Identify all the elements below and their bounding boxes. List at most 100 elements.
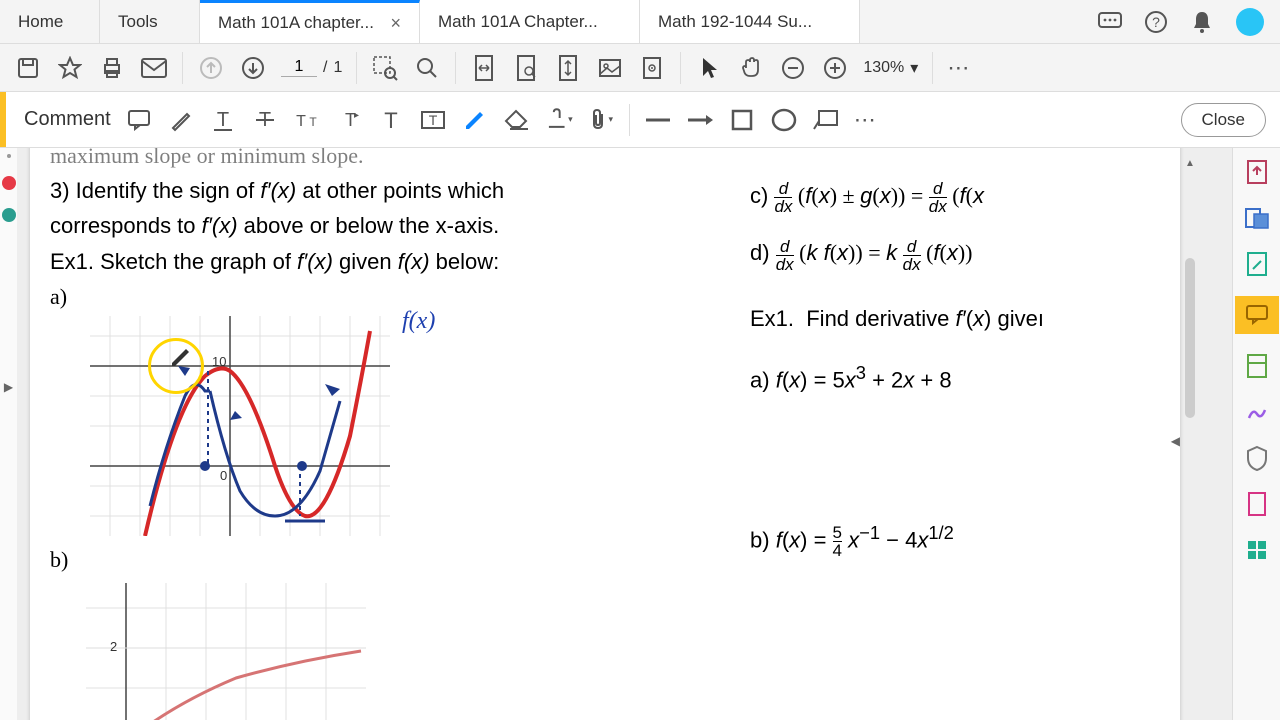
scroll-thumb[interactable] bbox=[1185, 258, 1195, 418]
organize-icon[interactable] bbox=[1243, 352, 1271, 380]
separator bbox=[932, 52, 933, 84]
print-icon[interactable] bbox=[98, 54, 126, 82]
annotation-fx: f(x) bbox=[402, 308, 435, 335]
export-pdf-icon[interactable] bbox=[1243, 204, 1271, 232]
edit-pdf-icon[interactable] bbox=[1243, 250, 1271, 278]
text-underline-icon[interactable]: T bbox=[209, 106, 237, 134]
highlight-icon[interactable] bbox=[167, 106, 195, 134]
zoom-value: 130% bbox=[863, 59, 904, 77]
tab-tools-label: Tools bbox=[118, 12, 158, 32]
star-icon[interactable] bbox=[56, 54, 84, 82]
part-a-label: a) bbox=[50, 279, 750, 314]
zoom-find-icon[interactable] bbox=[413, 54, 441, 82]
fit-page-icon[interactable] bbox=[512, 54, 540, 82]
svg-text:T: T bbox=[296, 113, 306, 130]
text-replace-icon[interactable]: TT bbox=[293, 106, 321, 134]
page-sep: / bbox=[323, 59, 327, 77]
mail-icon[interactable] bbox=[140, 54, 168, 82]
eraser-icon[interactable] bbox=[503, 106, 531, 134]
fprime: f′(x) bbox=[297, 249, 333, 274]
graph-b-svg bbox=[86, 583, 366, 720]
green-marker-icon[interactable] bbox=[2, 208, 16, 222]
rectangle-icon[interactable] bbox=[728, 106, 756, 134]
close-icon[interactable]: × bbox=[390, 13, 401, 34]
axis-label-10: 10 bbox=[212, 354, 226, 369]
page-view-icon[interactable] bbox=[638, 54, 666, 82]
red-marker-icon[interactable] bbox=[2, 176, 16, 190]
oval-icon[interactable] bbox=[770, 106, 798, 134]
comment-label: Comment bbox=[14, 108, 111, 131]
attach-icon[interactable]: ▾ bbox=[587, 106, 615, 134]
t: c) bbox=[750, 183, 774, 208]
create-pdf-icon[interactable] bbox=[1243, 158, 1271, 186]
more-icon[interactable]: ⋯ bbox=[947, 55, 971, 81]
arrow-icon[interactable] bbox=[686, 106, 714, 134]
help-icon[interactable]: ? bbox=[1144, 10, 1168, 34]
prev-page-icon[interactable] bbox=[197, 54, 225, 82]
thumbnail-dot[interactable] bbox=[7, 154, 11, 158]
save-icon[interactable] bbox=[14, 54, 42, 82]
zoom-out-icon[interactable] bbox=[779, 54, 807, 82]
tab-right-icons: ? bbox=[1082, 0, 1280, 43]
avatar[interactable] bbox=[1236, 8, 1264, 36]
part-b-label: b) bbox=[50, 542, 750, 577]
tab-doc-2[interactable]: Math 192-1044 Su... bbox=[640, 0, 860, 43]
pencil-icon[interactable] bbox=[461, 106, 489, 134]
text-strikethrough-icon[interactable]: T bbox=[251, 106, 279, 134]
textbox-icon[interactable]: T bbox=[419, 106, 447, 134]
close-button[interactable]: Close bbox=[1181, 103, 1266, 137]
t: 3) Identify the sign of bbox=[50, 178, 260, 203]
fit-width-icon[interactable] bbox=[470, 54, 498, 82]
fill-sign-icon[interactable] bbox=[1243, 398, 1271, 426]
tab-doc-1[interactable]: Math 101A Chapter... bbox=[420, 0, 640, 43]
doc-line3: 3) Identify the sign of f′(x) at other p… bbox=[50, 173, 750, 208]
more-tools-icon[interactable]: ⋯ bbox=[854, 107, 878, 133]
more-tools-rail-icon[interactable] bbox=[1243, 536, 1271, 564]
zoom-dropdown[interactable]: 130% ▾ bbox=[863, 58, 918, 78]
expand-left-icon[interactable]: ▶ bbox=[4, 380, 13, 394]
hand-icon[interactable] bbox=[737, 54, 765, 82]
text-callout-icon[interactable] bbox=[812, 106, 840, 134]
line-icon[interactable] bbox=[644, 106, 672, 134]
next-page-icon[interactable] bbox=[239, 54, 267, 82]
tab-doc-0[interactable]: Math 101A chapter... × bbox=[200, 0, 420, 43]
left-nav-rail: ▶ bbox=[0, 148, 18, 720]
graph-a-svg bbox=[90, 316, 390, 536]
right-part-a: a) f(x) = 5x3 + 2x + 8 bbox=[750, 358, 1160, 398]
vertical-scrollbar[interactable]: ▲ bbox=[1184, 158, 1196, 710]
sticky-note-icon[interactable] bbox=[125, 106, 153, 134]
t: above or below the x-axis. bbox=[238, 213, 500, 238]
chat-icon[interactable] bbox=[1098, 10, 1122, 34]
tab-home-label: Home bbox=[18, 12, 63, 32]
protect-icon[interactable] bbox=[1243, 444, 1271, 472]
page-scroll-icon[interactable] bbox=[554, 54, 582, 82]
stamp-icon[interactable]: ▾ bbox=[545, 106, 573, 134]
graph-b: 2 bbox=[86, 583, 366, 720]
svg-text:▸: ▸ bbox=[354, 110, 359, 121]
separator bbox=[182, 52, 183, 84]
page-total: 1 bbox=[333, 59, 342, 77]
page-current-input[interactable] bbox=[281, 58, 317, 77]
scroll-up-icon[interactable]: ▲ bbox=[1184, 158, 1196, 172]
adobe-sign-icon[interactable] bbox=[1243, 490, 1271, 518]
doc-cutline: maximum slope or minimum slope. bbox=[50, 148, 750, 173]
bell-icon[interactable] bbox=[1190, 10, 1214, 34]
t: d) bbox=[750, 240, 776, 265]
tab-doc-1-label: Math 101A Chapter... bbox=[438, 12, 598, 32]
select-search-icon[interactable] bbox=[371, 54, 399, 82]
expand-right-icon[interactable]: ◀ bbox=[1171, 434, 1180, 448]
right-tool-rail bbox=[1232, 148, 1280, 720]
image-tool-icon[interactable] bbox=[596, 54, 624, 82]
fprime: f′(x) bbox=[202, 213, 238, 238]
t: given bbox=[333, 249, 398, 274]
zoom-in-icon[interactable] bbox=[821, 54, 849, 82]
axis-label-2: 2 bbox=[110, 639, 117, 654]
tab-tools[interactable]: Tools bbox=[100, 0, 200, 43]
cursor-icon[interactable] bbox=[695, 54, 723, 82]
tab-home[interactable]: Home bbox=[0, 0, 100, 43]
add-text-icon[interactable]: T bbox=[377, 106, 405, 134]
comment-panel-icon[interactable] bbox=[1235, 296, 1279, 334]
axis-label-0: 0 bbox=[220, 468, 227, 483]
text-insert-icon[interactable]: T▸ bbox=[335, 106, 363, 134]
workspace: ▶ maximum slope or minimum slope. 3) Ide… bbox=[0, 148, 1280, 720]
